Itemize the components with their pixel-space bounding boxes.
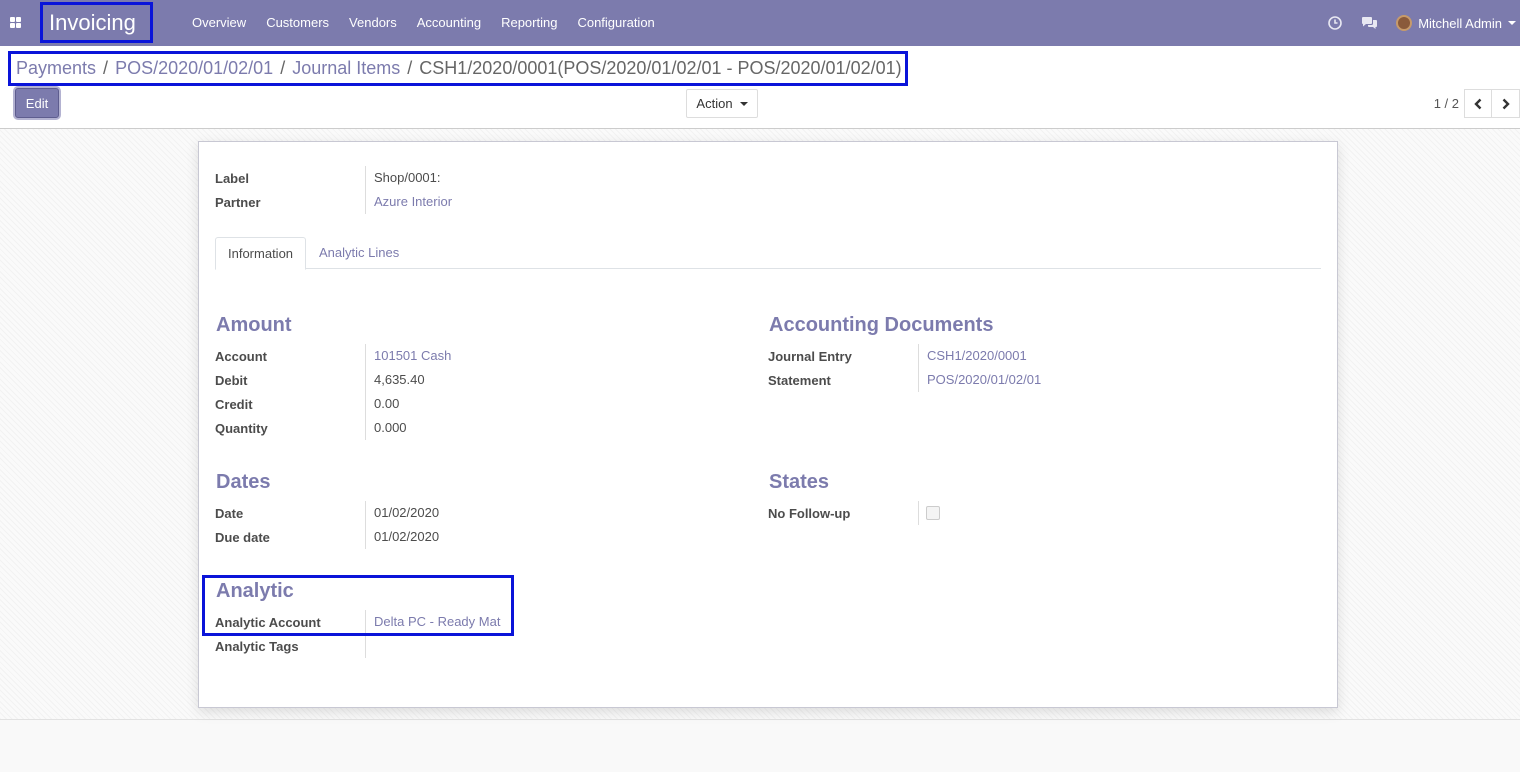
date-value: 01/02/2020 bbox=[365, 501, 439, 525]
chevron-down-icon bbox=[1508, 21, 1516, 25]
edit-button[interactable]: Edit bbox=[15, 88, 59, 118]
menu-accounting[interactable]: Accounting bbox=[407, 0, 491, 46]
journal-entry-link[interactable]: CSH1/2020/0001 bbox=[918, 344, 1027, 368]
tab-information[interactable]: Information bbox=[215, 237, 307, 270]
account-link[interactable]: 101501 Cash bbox=[365, 344, 451, 368]
group-title-accounting-documents: Accounting Documents bbox=[769, 314, 994, 336]
chat-icon[interactable] bbox=[1352, 0, 1386, 46]
breadcrumb-separator: / bbox=[407, 58, 413, 78]
group-title-dates: Dates bbox=[216, 471, 271, 493]
field-label: Statement bbox=[768, 372, 831, 388]
debit-value: 4,635.40 bbox=[365, 368, 425, 392]
field-label: Due date bbox=[215, 529, 270, 545]
group-title-states: States bbox=[769, 471, 830, 493]
menu-overview[interactable]: Overview bbox=[182, 0, 256, 46]
label-value: Shop/0001: bbox=[365, 166, 441, 190]
statement-link[interactable]: POS/2020/01/02/01 bbox=[918, 368, 1041, 392]
top-navbar: Invoicing Overview Customers Vendors Acc… bbox=[0, 0, 1520, 46]
menu-configuration[interactable]: Configuration bbox=[567, 0, 664, 46]
chevron-down-icon bbox=[739, 101, 748, 106]
field-label: Label bbox=[215, 170, 249, 186]
field-label: No Follow-up bbox=[768, 505, 851, 521]
group-title-amount: Amount bbox=[216, 314, 292, 336]
notebook-tabs: Information Analytic Lines bbox=[215, 237, 1321, 270]
due-date-value: 01/02/2020 bbox=[365, 525, 439, 549]
analytic-account-link[interactable]: Delta PC - Ready Mat bbox=[365, 610, 500, 634]
no-follow-up-checkbox[interactable] bbox=[926, 506, 940, 520]
user-name: Mitchell Admin bbox=[1418, 15, 1502, 31]
breadcrumb-current: CSH1/2020/0001(POS/2020/01/02/01 - POS/2… bbox=[419, 58, 902, 78]
chevron-right-icon bbox=[1502, 98, 1510, 109]
credit-value: 0.00 bbox=[365, 392, 399, 416]
action-dropdown[interactable]: Action bbox=[686, 89, 758, 118]
pager-value[interactable]: 1 / 2 bbox=[1434, 96, 1459, 111]
group-title-analytic: Analytic bbox=[216, 580, 294, 602]
menu-vendors[interactable]: Vendors bbox=[339, 0, 407, 46]
breadcrumb-payments[interactable]: Payments bbox=[16, 58, 96, 79]
form-sheet: Label Shop/0001: Partner Azure Interior … bbox=[198, 141, 1338, 708]
menu-customers[interactable]: Customers bbox=[256, 0, 339, 46]
quantity-value: 0.000 bbox=[365, 416, 407, 440]
pager: 1 / 2 bbox=[1434, 89, 1520, 118]
breadcrumb: Payments / POS/2020/01/02/01 / Journal I… bbox=[8, 51, 908, 86]
field-label: Analytic Account bbox=[215, 614, 321, 630]
main-menu: Overview Customers Vendors Accounting Re… bbox=[182, 0, 665, 46]
action-label: Action bbox=[696, 96, 733, 111]
menu-reporting[interactable]: Reporting bbox=[491, 0, 567, 46]
field-label: Analytic Tags bbox=[215, 638, 299, 654]
apps-menu-icon[interactable] bbox=[8, 13, 26, 31]
breadcrumb-payment-record[interactable]: POS/2020/01/02/01 bbox=[115, 58, 273, 79]
breadcrumb-separator: / bbox=[103, 58, 109, 78]
field-label: Credit bbox=[215, 396, 253, 412]
analytic-tags-value bbox=[365, 634, 374, 658]
field-label: Quantity bbox=[215, 420, 268, 436]
chevron-left-icon bbox=[1474, 98, 1482, 109]
field-label: Partner bbox=[215, 194, 261, 210]
pager-next-button[interactable] bbox=[1492, 89, 1520, 118]
clock-icon[interactable] bbox=[1318, 0, 1352, 46]
control-panel: Payments / POS/2020/01/02/01 / Journal I… bbox=[0, 46, 1520, 129]
form-view-background: Label Shop/0001: Partner Azure Interior … bbox=[0, 129, 1520, 720]
app-title[interactable]: Invoicing bbox=[40, 2, 153, 43]
systray: Mitchell Admin bbox=[1318, 0, 1520, 46]
tab-analytic-lines[interactable]: Analytic Lines bbox=[307, 237, 411, 270]
field-label: Date bbox=[215, 505, 244, 521]
pager-previous-button[interactable] bbox=[1464, 89, 1492, 118]
field-label: Journal Entry bbox=[768, 348, 852, 364]
breadcrumb-separator: / bbox=[280, 58, 286, 78]
partner-link[interactable]: Azure Interior bbox=[365, 190, 452, 214]
avatar bbox=[1396, 15, 1413, 31]
field-label: Debit bbox=[215, 372, 248, 388]
field-label: Account bbox=[215, 348, 267, 364]
user-menu[interactable]: Mitchell Admin bbox=[1386, 0, 1520, 46]
breadcrumb-journal-items[interactable]: Journal Items bbox=[292, 58, 400, 79]
